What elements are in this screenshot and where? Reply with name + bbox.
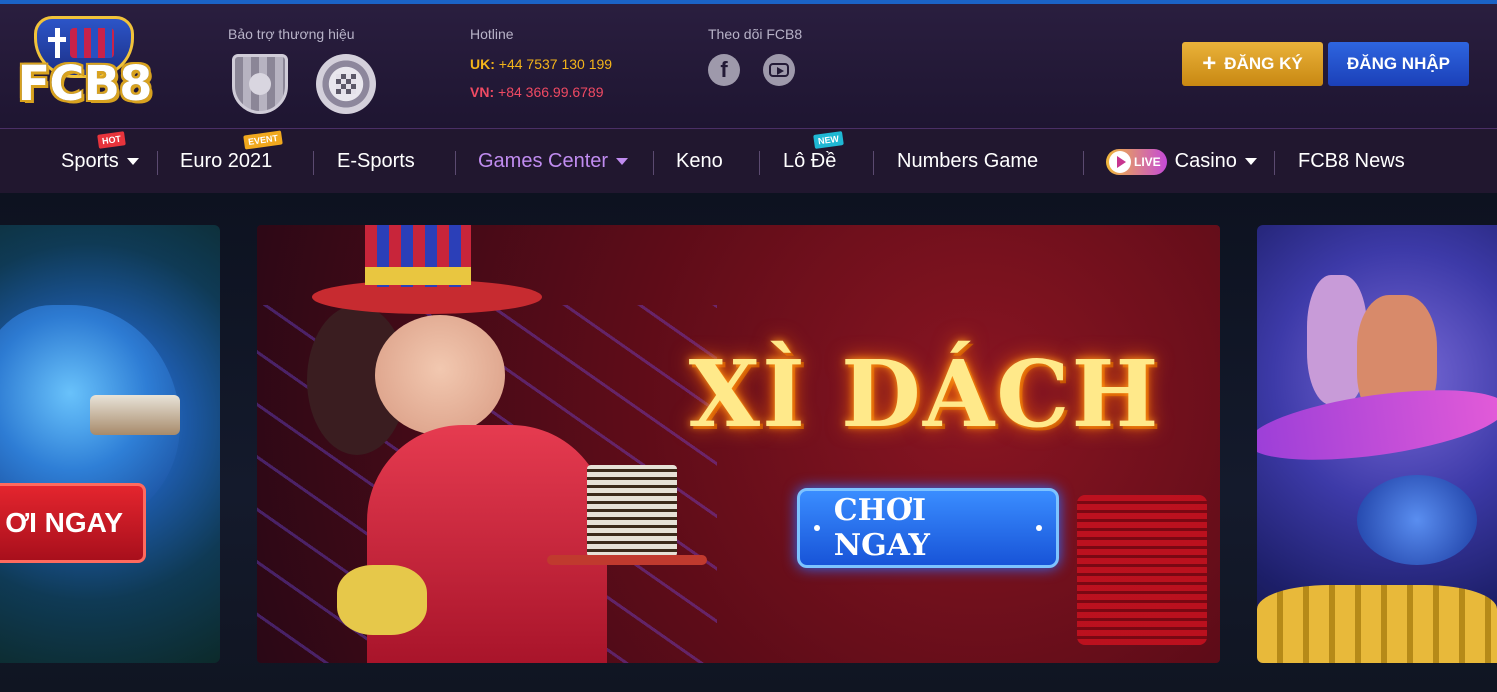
gold-coins-art: [1257, 585, 1497, 663]
live-badge: LIVE: [1106, 148, 1167, 175]
dragon-mouth-art: [90, 395, 180, 435]
live-play-icon: [1109, 150, 1131, 173]
nav-separator: [313, 151, 314, 175]
youtube-icon[interactable]: [763, 54, 795, 86]
nav-item-games-center[interactable]: Games Center: [478, 129, 629, 194]
caret-down-icon: [126, 158, 139, 165]
nav-separator: [1083, 151, 1084, 175]
login-button[interactable]: ĐĂNG NHẬP: [1328, 42, 1469, 86]
carousel-slide-prev[interactable]: [0, 225, 220, 663]
nav-separator: [653, 151, 654, 175]
new-badge: NEW: [813, 131, 844, 149]
logo-cross: [48, 28, 66, 58]
site-logo[interactable]: FCB8: [12, 16, 157, 122]
main-nav: Sports HOT Euro 2021 EVENT E-Sports Game…: [0, 128, 1497, 193]
nav-separator: [1274, 151, 1275, 175]
carousel-slide-next[interactable]: [1257, 225, 1497, 663]
register-label: ĐĂNG KÝ: [1224, 54, 1303, 73]
caret-down-icon: [616, 158, 629, 165]
nav-item-keno[interactable]: Keno: [676, 129, 723, 194]
nav-separator: [157, 151, 158, 175]
play-now-button[interactable]: CHƠI NGAY: [797, 488, 1059, 568]
nav-separator: [873, 151, 874, 175]
site-header: FCB8 Bảo trợ thương hiệu Hotline UK: +44…: [0, 4, 1497, 128]
dealer-bow-art: [337, 565, 427, 635]
facebook-icon[interactable]: f: [708, 54, 740, 86]
rfef-crest-icon[interactable]: [316, 54, 376, 114]
sponsor-block: Bảo trợ thương hiệu: [228, 26, 376, 114]
hero-carousel: ƠI NGAY XÌ DÁCH CHƠI NGAY: [0, 193, 1497, 692]
nav-separator: [455, 151, 456, 175]
prev-slide-play-button[interactable]: ƠI NGAY: [0, 483, 146, 563]
plus-icon: +: [1202, 50, 1217, 77]
lamp-art: [1357, 475, 1477, 565]
login-label: ĐĂNG NHẬP: [1347, 54, 1450, 73]
dealer-face-art: [375, 315, 505, 435]
dealer-hat-band-art: [365, 267, 471, 285]
nav-item-numbers-game[interactable]: Numbers Game: [897, 129, 1038, 194]
game-title: XÌ DÁCH: [688, 340, 1161, 448]
logo-text: FCB8: [17, 56, 153, 112]
carousel-slide-active[interactable]: XÌ DÁCH CHƠI NGAY: [257, 225, 1220, 663]
register-button[interactable]: + ĐĂNG KÝ: [1182, 42, 1323, 86]
red-chip-pile-art: [1077, 495, 1207, 645]
logo-stripes: [70, 28, 114, 58]
follow-block: Theo dõi FCB8 f: [708, 26, 803, 86]
nav-item-fcb8-news[interactable]: FCB8 News: [1298, 129, 1405, 194]
hotline-vn[interactable]: VN: +84 366.99.6789: [470, 84, 612, 100]
follow-label: Theo dõi FCB8: [708, 26, 803, 42]
hotline-block: Hotline UK: +44 7537 130 199 VN: +84 366…: [470, 26, 612, 112]
hotline-label: Hotline: [470, 26, 514, 42]
nav-item-esports[interactable]: E-Sports: [337, 129, 415, 194]
nav-item-casino[interactable]: LIVE Casino: [1106, 129, 1257, 194]
nav-separator: [759, 151, 760, 175]
barcelona-crest-icon[interactable]: [232, 54, 288, 114]
sponsor-label: Bảo trợ thương hiệu: [228, 26, 355, 42]
hotline-uk[interactable]: UK: +44 7537 130 199: [470, 56, 612, 72]
chip-stack-art: [587, 465, 677, 557]
caret-down-icon: [1244, 158, 1257, 165]
dealer-tray-art: [547, 555, 707, 565]
